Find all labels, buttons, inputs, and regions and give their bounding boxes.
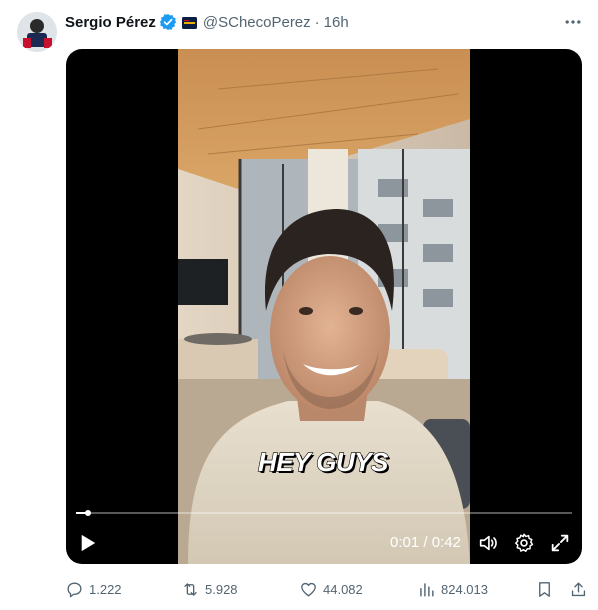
play-button[interactable] [78, 532, 98, 554]
volume-button[interactable] [477, 532, 499, 554]
tweet-header: Sergio Pérez @SChecoPerez · 16h [65, 12, 349, 32]
separator-dot: · [314, 13, 320, 31]
author-handle[interactable]: @SChecoPerez [203, 14, 311, 31]
author-display-name[interactable]: Sergio Pérez [65, 14, 156, 31]
volume-icon [479, 535, 497, 551]
video-time-display: 0:01 / 0:42 [390, 534, 461, 551]
video-caption: HEY GUYS [257, 446, 389, 477]
reply-count: 1.222 [89, 581, 122, 597]
video-frame [178, 49, 470, 564]
settings-icon [515, 533, 534, 552]
more-button[interactable] [560, 12, 586, 32]
reply-icon [67, 581, 82, 597]
views-icon [420, 582, 434, 597]
video-progress-handle[interactable] [84, 510, 91, 516]
video-player[interactable]: HEY GUYS 0:01 / 0:42 [66, 49, 582, 564]
repost-button[interactable]: 5.928 [181, 578, 238, 600]
like-icon [301, 582, 316, 597]
video-progress-bar[interactable] [76, 510, 572, 516]
avatar-image [17, 12, 57, 52]
repost-count: 5.928 [205, 581, 238, 597]
play-icon [81, 534, 96, 552]
tweet-actions: 1.222 5.928 44.082 824.013 [65, 578, 588, 600]
views-count: 824.013 [441, 581, 488, 597]
avatar[interactable] [17, 12, 57, 52]
team-flag-icon [181, 16, 197, 29]
like-count: 44.082 [323, 581, 363, 597]
share-button[interactable] [569, 578, 588, 600]
settings-button[interactable] [513, 532, 535, 554]
like-button[interactable]: 44.082 [299, 578, 363, 600]
verified-icon [159, 13, 177, 31]
fullscreen-button[interactable] [549, 532, 571, 554]
tweet: Sergio Pérez @SChecoPerez · 16h HEY GUYS… [0, 0, 598, 610]
tweet-timestamp[interactable]: 16h [324, 14, 349, 31]
repost-icon [184, 582, 197, 596]
more-icon [565, 20, 581, 24]
reply-button[interactable]: 1.222 [65, 578, 122, 600]
share-icon [571, 581, 586, 596]
bookmark-button[interactable] [535, 578, 554, 600]
bookmark-icon [539, 581, 550, 597]
views-button[interactable]: 824.013 [417, 578, 488, 600]
fullscreen-icon [551, 534, 569, 552]
